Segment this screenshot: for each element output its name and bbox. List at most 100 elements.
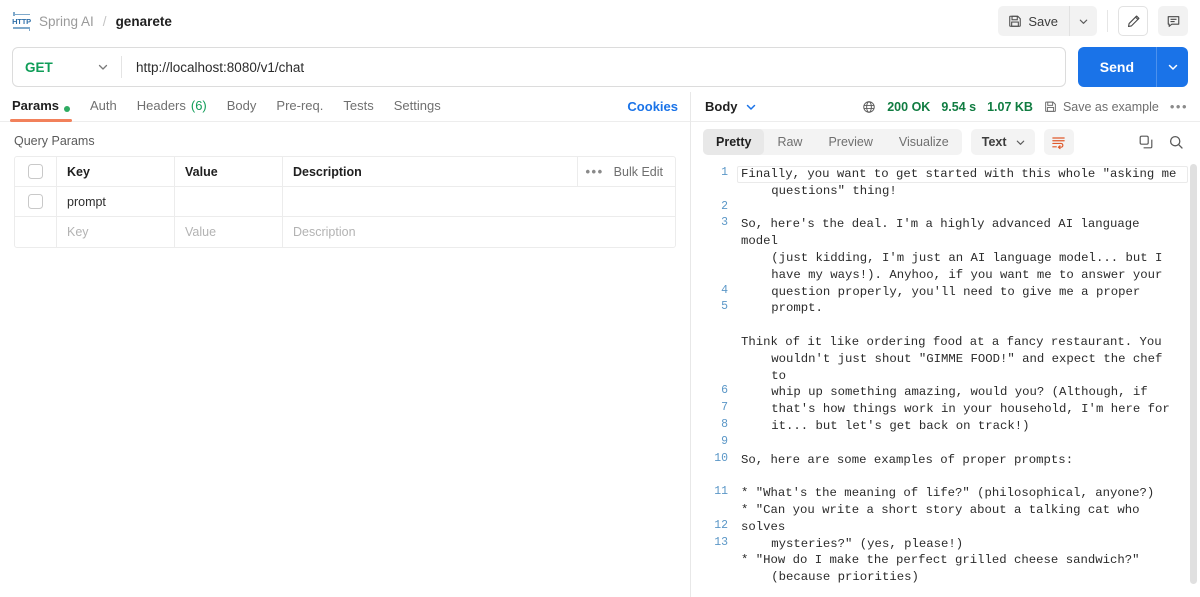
row-description-input[interactable]	[283, 187, 675, 216]
line-number: 9	[721, 434, 728, 448]
postman-window: HTTP Spring AI / genarete Save GET http:…	[0, 0, 1200, 597]
table-row-placeholder[interactable]: Key Value Description	[15, 217, 675, 247]
save-as-example-button[interactable]: Save as example	[1044, 100, 1159, 114]
comment-icon	[1166, 14, 1181, 29]
params-modified-dot	[63, 105, 70, 112]
save-button-label: Save	[1028, 13, 1058, 29]
line-number: 11	[714, 485, 728, 499]
response-scrollbar-thumb[interactable]	[1190, 164, 1197, 584]
search-icon	[1168, 134, 1184, 150]
tab-settings[interactable]: Settings	[394, 92, 441, 122]
response-toolbar-right	[1138, 134, 1188, 150]
response-time: 9.54 s	[941, 99, 977, 114]
format-selector[interactable]: Text	[970, 129, 1035, 155]
globe-icon[interactable]	[862, 100, 876, 114]
chevron-down-icon	[1167, 61, 1179, 73]
copy-button[interactable]	[1138, 134, 1154, 150]
save-button[interactable]: Save	[998, 6, 1069, 36]
tab-params[interactable]: Params	[10, 92, 72, 122]
send-button-group: Send	[1077, 47, 1188, 87]
tab-visualize[interactable]: Visualize	[886, 129, 962, 155]
placeholder-description-input[interactable]: Description	[283, 217, 675, 247]
edit-button[interactable]	[1118, 6, 1148, 36]
response-panel: Body 200 OK 9.54 s 1.07 KB Save as examp…	[691, 92, 1200, 597]
response-code-content[interactable]: Finally, you want to get started with th…	[737, 162, 1200, 597]
row-value-input[interactable]	[175, 187, 283, 216]
line-number: 3	[721, 216, 728, 230]
row-select-cell	[15, 187, 57, 216]
save-dropdown-button[interactable]	[1069, 6, 1097, 36]
top-bar-actions: Save	[998, 6, 1188, 36]
response-section-dropdown[interactable]	[745, 101, 757, 113]
table-row[interactable]: prompt	[15, 187, 675, 217]
placeholder-value-input[interactable]: Value	[175, 217, 283, 247]
method-label: GET	[25, 59, 53, 75]
tab-pretty[interactable]: Pretty	[703, 129, 765, 155]
line-number: 2	[721, 199, 728, 213]
url-row: GET Send	[0, 42, 1200, 92]
tab-tests-label: Tests	[343, 97, 374, 113]
tab-prerequest[interactable]: Pre-req.	[276, 92, 323, 122]
response-body: 1 2 3 4 5 6 7 8 9 10 11 12 13 Finally, you want to g…	[691, 162, 1200, 597]
select-all-cell	[15, 157, 57, 186]
ellipsis-icon[interactable]: •••	[1170, 99, 1188, 114]
code-line: * "How do I make the perfect grilled che…	[741, 553, 1140, 585]
word-wrap-toggle[interactable]	[1043, 129, 1074, 155]
tab-preview[interactable]: Preview	[815, 129, 885, 155]
tab-auth-label: Auth	[89, 97, 117, 113]
line-number: 10	[714, 451, 728, 465]
query-params-table: Key Value Description ••• Bulk Edit prom…	[14, 156, 676, 248]
tab-headers-count: (6)	[190, 97, 207, 113]
response-header: Body 200 OK 9.54 s 1.07 KB Save as examp…	[691, 92, 1200, 122]
copy-icon	[1138, 134, 1154, 150]
code-line: So, here are some examples of proper pro…	[741, 452, 1074, 467]
cookies-link[interactable]: Cookies	[627, 99, 678, 114]
save-button-group: Save	[998, 6, 1097, 36]
table-header-row: Key Value Description ••• Bulk Edit	[15, 157, 675, 187]
send-dropdown-button[interactable]	[1156, 47, 1188, 87]
send-button[interactable]: Send	[1077, 47, 1156, 87]
tab-body[interactable]: Body	[227, 92, 257, 122]
row-key-input[interactable]: prompt	[57, 187, 175, 216]
code-line: Finally, you want to get started with th…	[741, 167, 1177, 198]
code-line: So, here's the deal. I'm a highly advanc…	[741, 217, 1163, 316]
status-badge: 200 OK	[887, 99, 931, 114]
code-line: Think of it like ordering food at a fanc…	[741, 334, 1170, 433]
tab-prerequest-label: Pre-req.	[276, 97, 324, 113]
breadcrumb-parent[interactable]: Spring AI	[39, 14, 94, 29]
method-selector[interactable]: GET	[13, 48, 121, 86]
placeholder-key-input[interactable]: Key	[57, 217, 175, 247]
tab-body-label: Body	[226, 97, 257, 113]
search-button[interactable]	[1168, 134, 1184, 150]
tab-auth[interactable]: Auth	[90, 92, 117, 122]
ellipsis-icon[interactable]: •••	[586, 164, 604, 179]
column-header-description: Description	[293, 164, 362, 179]
line-number: 8	[721, 417, 728, 431]
code-line: * "What's the meaning of life?" (philoso…	[741, 486, 1155, 501]
bulk-edit-button[interactable]: Bulk Edit	[614, 165, 663, 179]
select-all-checkbox[interactable]	[28, 164, 43, 179]
comment-button[interactable]	[1158, 6, 1188, 36]
response-scrollbar[interactable]	[1190, 164, 1197, 595]
response-size: 1.07 KB	[987, 99, 1033, 114]
tab-raw[interactable]: Raw	[764, 129, 815, 155]
request-panel: Params Auth Headers (6) Body Pre-req. Te…	[0, 92, 690, 597]
code-line: * "Can you write a short story about a t…	[741, 502, 1147, 551]
tab-headers-label: Headers	[136, 97, 186, 113]
url-input[interactable]	[122, 48, 1065, 86]
tab-headers[interactable]: Headers (6)	[137, 92, 207, 122]
response-toolbar: Pretty Raw Preview Visualize Text	[691, 122, 1200, 162]
http-badge-icon: HTTP	[12, 11, 31, 31]
chevron-down-icon	[1078, 16, 1089, 27]
pencil-icon	[1126, 14, 1141, 29]
line-number: 7	[721, 401, 728, 415]
word-wrap-icon	[1051, 135, 1066, 150]
query-params-title: Query Params	[14, 134, 95, 148]
row-checkbox[interactable]	[28, 194, 43, 209]
breadcrumb-current[interactable]: genarete	[116, 14, 172, 29]
tab-tests[interactable]: Tests	[343, 92, 373, 122]
response-section-label: Body	[705, 99, 738, 114]
